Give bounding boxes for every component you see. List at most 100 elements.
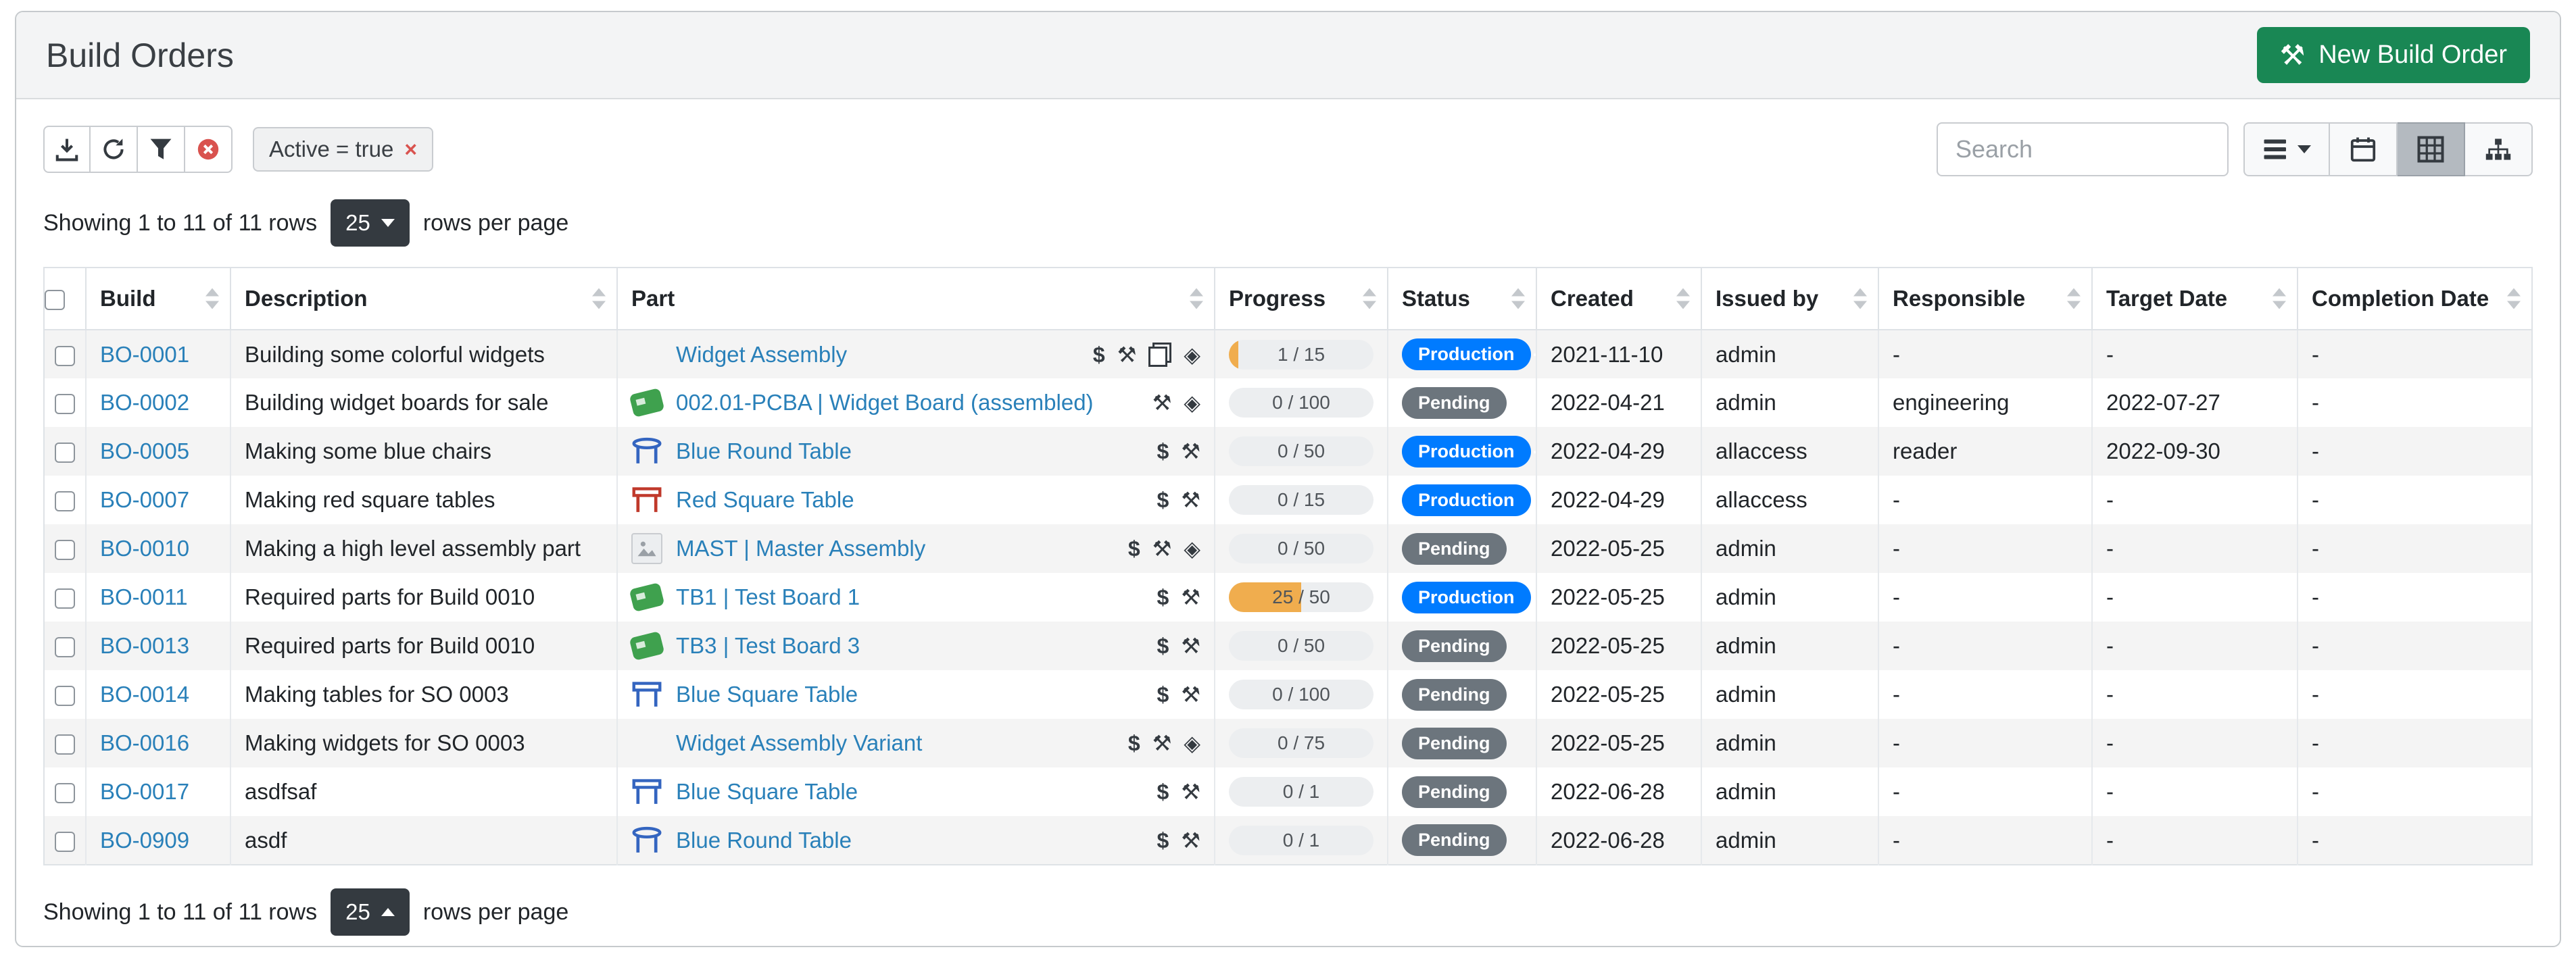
part-link[interactable]: Red Square Table xyxy=(676,487,854,513)
part-thumbnail-pcb-icon xyxy=(629,631,665,661)
created-cell: 2022-06-28 xyxy=(1536,767,1701,816)
tools-icon: ⚒ xyxy=(1152,538,1172,559)
status-cell: Pending xyxy=(1388,816,1536,865)
showing-rows-text: Showing 1 to 11 of 11 rows xyxy=(43,210,317,236)
column-header-description[interactable]: Description xyxy=(230,268,617,330)
row-checkbox[interactable] xyxy=(55,588,75,609)
build-link[interactable]: BO-0909 xyxy=(100,828,189,853)
column-header-status[interactable]: Status xyxy=(1388,268,1536,330)
part-link[interactable]: MAST | Master Assembly xyxy=(676,536,925,561)
progress-bar: 0 / 50 xyxy=(1229,534,1374,563)
tools-icon: ⚒ xyxy=(2280,41,2306,70)
calendar-view-button[interactable] xyxy=(2330,122,2398,176)
row-checkbox[interactable] xyxy=(55,394,75,414)
row-checkbox[interactable] xyxy=(55,540,75,560)
dollar-icon: $ xyxy=(1093,344,1105,365)
progress-cell: 0 / 50 xyxy=(1215,524,1388,573)
build-link[interactable]: BO-0016 xyxy=(100,730,189,755)
page-size-dropdown[interactable]: 25 xyxy=(331,199,410,247)
new-build-order-button[interactable]: ⚒ New Build Order xyxy=(2257,27,2530,83)
build-link[interactable]: BO-0001 xyxy=(100,342,189,367)
part-thumbnail-table-icon xyxy=(631,484,662,515)
download-icon xyxy=(54,136,80,162)
status-badge: Pending xyxy=(1402,630,1507,662)
build-cell: BO-0909 xyxy=(86,816,230,865)
issued-by-cell: admin xyxy=(1701,719,1878,767)
progress-text: 1 / 15 xyxy=(1229,340,1374,370)
row-checkbox[interactable] xyxy=(55,491,75,511)
toolbar: Active = true × xyxy=(43,122,2533,176)
calendar-icon xyxy=(2350,136,2377,163)
responsible-cell: - xyxy=(1878,476,2092,524)
column-header-build[interactable]: Build xyxy=(86,268,230,330)
part-thumbnail-pcb-icon xyxy=(629,582,665,612)
build-link[interactable]: BO-0014 xyxy=(100,682,189,707)
table-row: BO-0014Making tables for SO 0003Blue Squ… xyxy=(44,670,2532,719)
showing-rows-text: Showing 1 to 11 of 11 rows xyxy=(43,899,317,926)
clear-filters-button[interactable] xyxy=(185,126,233,173)
status-badge: Pending xyxy=(1402,776,1507,808)
part-link[interactable]: Widget Assembly xyxy=(676,342,847,368)
page-size-dropdown[interactable]: 25 xyxy=(331,888,410,936)
part-link[interactable]: Blue Square Table xyxy=(676,682,858,707)
column-header-target-date[interactable]: Target Date xyxy=(2092,268,2298,330)
issued-by-cell: admin xyxy=(1701,378,1878,427)
column-header-issued-by[interactable]: Issued by xyxy=(1701,268,1878,330)
chevron-down-icon xyxy=(2298,145,2311,153)
description-cell: asdfsaf xyxy=(230,767,617,816)
build-cell: BO-0010 xyxy=(86,524,230,573)
refresh-button[interactable] xyxy=(91,126,138,173)
column-header-part[interactable]: Part xyxy=(617,268,1215,330)
responsible-cell: - xyxy=(1878,524,2092,573)
column-header-responsible[interactable]: Responsible xyxy=(1878,268,2092,330)
table-row: BO-0005Making some blue chairsBlue Round… xyxy=(44,427,2532,476)
status-cell: Pending xyxy=(1388,622,1536,670)
target-date-cell: - xyxy=(2092,767,2298,816)
created-cell: 2022-05-25 xyxy=(1536,719,1701,767)
row-checkbox[interactable] xyxy=(55,734,75,755)
tools-icon: ⚒ xyxy=(1117,344,1137,365)
row-checkbox[interactable] xyxy=(55,783,75,803)
column-header-progress[interactable]: Progress xyxy=(1215,268,1388,330)
part-link[interactable]: Blue Round Table xyxy=(676,828,852,853)
row-checkbox[interactable] xyxy=(55,832,75,852)
row-checkbox[interactable] xyxy=(55,686,75,706)
tree-icon xyxy=(2485,136,2512,163)
rows-per-page-label: rows per page xyxy=(423,210,568,236)
tools-icon: ⚒ xyxy=(1181,586,1200,608)
select-all-checkbox[interactable] xyxy=(45,290,65,310)
part-link[interactable]: TB3 | Test Board 3 xyxy=(676,633,860,659)
issued-by-cell: admin xyxy=(1701,622,1878,670)
part-link[interactable]: Widget Assembly Variant xyxy=(676,730,922,756)
build-link[interactable]: BO-0007 xyxy=(100,487,189,512)
status-cell: Production xyxy=(1388,476,1536,524)
remove-filter-icon[interactable]: × xyxy=(404,138,417,160)
build-link[interactable]: BO-0010 xyxy=(100,536,189,561)
row-checkbox[interactable] xyxy=(55,637,75,657)
part-cell: Blue Square Table$⚒ xyxy=(617,670,1215,719)
row-checkbox[interactable] xyxy=(55,346,75,366)
build-link[interactable]: BO-0011 xyxy=(100,584,188,609)
download-button[interactable] xyxy=(43,126,91,173)
column-header-completion-date[interactable]: Completion Date xyxy=(2298,268,2532,330)
filter-button[interactable] xyxy=(138,126,185,173)
table-view-button[interactable] xyxy=(2398,122,2465,176)
part-link[interactable]: TB1 | Test Board 1 xyxy=(676,584,860,610)
progress-cell: 0 / 100 xyxy=(1215,670,1388,719)
part-link[interactable]: Blue Square Table xyxy=(676,779,858,805)
part-link[interactable]: 002.01-PCBA | Widget Board (assembled) xyxy=(676,390,1094,415)
column-header-created[interactable]: Created xyxy=(1536,268,1701,330)
part-link[interactable]: Blue Round Table xyxy=(676,438,852,464)
build-link[interactable]: BO-0002 xyxy=(100,390,189,415)
status-cell: Pending xyxy=(1388,670,1536,719)
build-link[interactable]: BO-0017 xyxy=(100,779,189,804)
tree-view-button[interactable] xyxy=(2465,122,2533,176)
row-checkbox[interactable] xyxy=(55,443,75,463)
columns-view-button[interactable] xyxy=(2243,122,2330,176)
filter-chip[interactable]: Active = true × xyxy=(253,127,433,172)
progress-text: 0 / 50 xyxy=(1229,436,1374,466)
part-thumbnail-table-icon xyxy=(631,436,662,467)
build-link[interactable]: BO-0013 xyxy=(100,633,189,658)
search-input[interactable] xyxy=(1937,122,2229,176)
build-link[interactable]: BO-0005 xyxy=(100,438,189,463)
